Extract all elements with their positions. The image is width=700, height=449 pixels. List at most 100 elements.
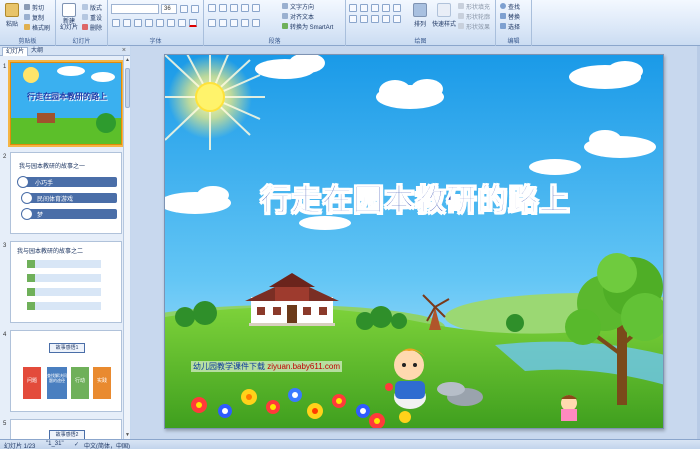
circle-icon <box>21 208 33 220</box>
slide-thumbnail-2[interactable]: 我与园本教研的故事之一 小巧手 民间体育游戏 梦 <box>10 152 122 234</box>
align-right-icon[interactable] <box>230 19 238 27</box>
current-slide[interactable]: 行走在园本教研的路上 幼儿园教学课件下载 ziyuan.baby611.com <box>164 54 664 429</box>
shrink-font-icon[interactable] <box>191 5 199 13</box>
shape-outline-button[interactable]: 形状轮廓 <box>458 12 490 21</box>
thumb-number: 2 <box>3 154 7 160</box>
layout-button[interactable]: 版式 <box>82 3 102 12</box>
text-direction-button[interactable]: 文字方向 <box>282 2 314 11</box>
thumb-2-item-label: 民间体育游戏 <box>37 197 74 203</box>
quick-styles-button[interactable]: 快速样式 <box>432 3 456 33</box>
textbox-shape-icon[interactable] <box>349 4 357 12</box>
clipboard-label: 剪贴板 <box>18 39 37 45</box>
spellcheck-icon[interactable]: ✓ <box>74 441 79 448</box>
increase-indent-icon[interactable] <box>241 4 249 12</box>
slide-thumbnail-1[interactable]: 行走在园本教研的路上 <box>8 60 124 147</box>
thumb-3-item <box>27 302 101 310</box>
italic-icon[interactable] <box>123 19 131 27</box>
rectangle-shape-icon[interactable] <box>382 4 390 12</box>
bullets-icon[interactable] <box>208 4 216 12</box>
spacing-icon[interactable] <box>167 19 175 27</box>
watermark: 幼儿园教学课件下载 ziyuan.baby611.com <box>191 361 343 372</box>
slide-thumbnail-3[interactable]: 我与园本教研的故事之二 <box>10 241 122 323</box>
font-color-icon[interactable] <box>189 19 197 27</box>
triangle-shape-icon[interactable] <box>349 15 357 23</box>
slide-thumbnail-5[interactable]: 故事感悟2 <box>10 419 122 439</box>
change-case-icon[interactable] <box>178 19 186 27</box>
font-format-tools <box>180 5 199 13</box>
justify-icon[interactable] <box>241 19 249 27</box>
slide-title[interactable]: 行走在园本教研的路上 <box>165 175 663 219</box>
paste-button[interactable]: 粘贴 <box>2 3 22 33</box>
tab-slides[interactable]: 幻灯片 <box>2 47 29 56</box>
quick-styles-icon <box>437 3 451 17</box>
strikethrough-icon[interactable] <box>145 19 153 27</box>
align-center-icon[interactable] <box>219 19 227 27</box>
line-spacing-icon[interactable] <box>252 4 260 12</box>
font-size-select[interactable]: 36 <box>161 4 177 14</box>
slide-thumbnail-4[interactable]: 故事感悟1 问题 查找解决问题的途径 行动 实践 <box>10 330 122 412</box>
line-shape-icon[interactable] <box>360 4 368 12</box>
new-slide-icon <box>62 3 76 17</box>
align-left-icon[interactable] <box>208 19 216 27</box>
list-tools <box>208 4 260 12</box>
oval-shape-icon[interactable] <box>393 4 401 12</box>
delete-icon <box>82 24 88 30</box>
thumb-1-scene <box>11 63 121 144</box>
delete-button[interactable]: 删除 <box>82 23 102 32</box>
grow-font-icon[interactable] <box>180 5 188 13</box>
shadow-icon[interactable] <box>156 19 164 27</box>
thumb-number: 5 <box>3 421 7 427</box>
reset-button[interactable]: 重设 <box>82 13 102 22</box>
shape-fill-button[interactable]: 形状填充 <box>458 2 490 11</box>
scroll-down-icon[interactable]: ▼ <box>124 431 131 439</box>
smartart-icon <box>282 23 288 29</box>
callout-shape-icon[interactable] <box>393 15 401 23</box>
replace-button[interactable]: 替换 <box>500 12 520 21</box>
thumb-1-title: 行走在园本教研的路上 <box>27 92 107 101</box>
format-painter-button[interactable]: 格式刷 <box>24 23 50 32</box>
close-panel-icon[interactable]: × <box>122 47 126 54</box>
arrange-button[interactable]: 排列 <box>410 3 430 33</box>
font-label: 字体 <box>149 39 162 45</box>
shape-effects-button[interactable]: 形状效果 <box>458 22 490 31</box>
tab-outline[interactable]: 大纲 <box>28 47 46 56</box>
smartart-button[interactable]: 转换为 SmartArt <box>282 22 333 31</box>
select-button[interactable]: 选择 <box>500 22 520 31</box>
curve-shape-icon[interactable] <box>382 15 390 23</box>
new-slide-button[interactable]: 新建 幻灯片 <box>58 3 80 33</box>
outline-icon <box>458 13 464 19</box>
columns-icon[interactable] <box>252 19 260 27</box>
shape-gallery[interactable] <box>349 4 407 23</box>
thumb-2-item-label: 小巧手 <box>35 181 54 187</box>
panel-tabs: 幻灯片 大纲 × <box>0 46 130 56</box>
thumb-4-box: 查找解决问题的途径 <box>47 367 67 399</box>
copy-icon <box>24 14 30 20</box>
reset-icon <box>82 14 88 20</box>
find-button[interactable]: 查找 <box>500 2 520 11</box>
theme-name: "1_31" <box>46 441 64 447</box>
drawing-group: 排列 快速样式 形状填充 形状轮廓 形状效果 绘图 <box>346 0 496 46</box>
numbering-icon[interactable] <box>219 4 227 12</box>
cut-button[interactable]: 剪切 <box>24 3 44 12</box>
copy-button[interactable]: 复制 <box>24 13 44 22</box>
decrease-indent-icon[interactable] <box>230 4 238 12</box>
scissors-icon <box>24 4 30 10</box>
thumb-4-box: 实践 <box>93 367 111 399</box>
ribbon: 粘贴 剪切 复制 格式刷 剪贴板 新建 幻灯片 版式 重设 删除 幻灯片 36 <box>0 0 700 46</box>
arrow-shape-icon[interactable] <box>371 4 379 12</box>
brace-shape-icon[interactable] <box>371 15 379 23</box>
star-shape-icon[interactable] <box>360 15 368 23</box>
clipboard-group: 粘贴 剪切 复制 格式刷 剪贴板 <box>0 0 56 46</box>
align-text-button[interactable]: 对齐文本 <box>282 12 314 21</box>
thumbnail-scrollbar[interactable]: ▲ ▼ <box>123 56 130 439</box>
thumb-2-item-label: 梦 <box>37 213 44 219</box>
language-indicator[interactable]: 中文(简体，中国) <box>84 441 130 449</box>
underline-icon[interactable] <box>134 19 142 27</box>
find-icon <box>500 3 506 9</box>
scroll-thumb[interactable] <box>125 68 130 108</box>
scroll-up-icon[interactable]: ▲ <box>124 56 131 64</box>
bold-icon[interactable] <box>112 19 120 27</box>
fill-icon <box>458 3 464 9</box>
editing-group: 查找 替换 选择 编辑 <box>496 0 532 46</box>
font-name-select[interactable] <box>111 4 159 14</box>
